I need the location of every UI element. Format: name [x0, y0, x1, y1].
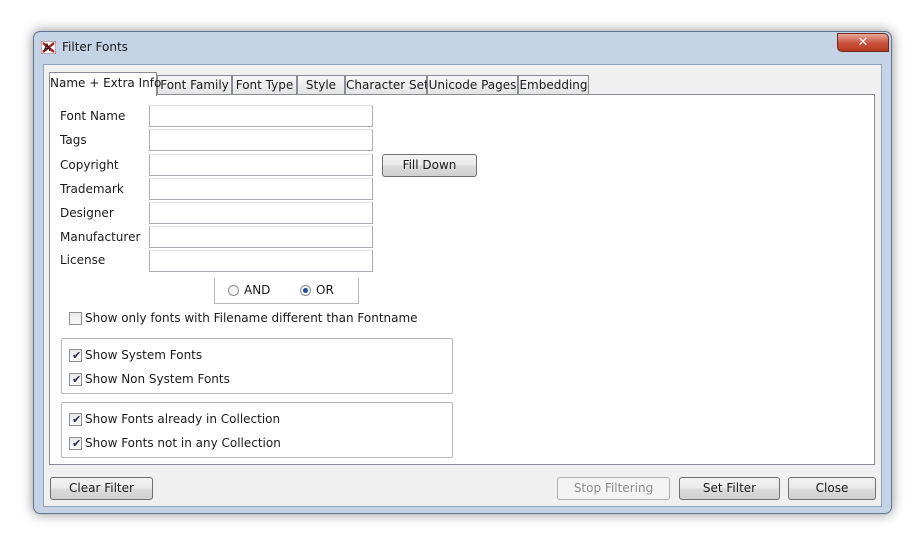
- clear-filter-button[interactable]: Clear Filter: [50, 477, 153, 500]
- set-filter-button[interactable]: Set Filter: [679, 477, 780, 500]
- font-name-field[interactable]: [149, 105, 373, 127]
- show-fonts-in-collection-label: Show Fonts already in Collection: [85, 412, 281, 426]
- checkmark-icon: ✔: [72, 437, 82, 450]
- show-non-system-fonts-checkbox-box: ✔: [69, 373, 82, 386]
- and-radio-label: AND: [244, 283, 271, 297]
- filename-different-checkbox-box: [69, 312, 82, 325]
- dialog-client-area: Name + Extra Info Font Family Font Type …: [43, 64, 882, 507]
- copyright-field[interactable]: [149, 154, 373, 176]
- close-window-button[interactable]: ✕: [837, 33, 889, 52]
- tab-font-type[interactable]: Font Type: [232, 75, 297, 94]
- tags-field[interactable]: [149, 129, 373, 151]
- checkmark-icon: ✔: [72, 349, 82, 362]
- name-extra-info-panel: Font Name Tags Copyright Trademark Desig…: [49, 94, 875, 465]
- tags-label: Tags: [60, 133, 87, 147]
- tab-character-set[interactable]: Character Set: [345, 75, 429, 94]
- trademark-label: Trademark: [60, 182, 124, 196]
- show-non-system-fonts-label: Show Non System Fonts: [85, 372, 230, 386]
- close-icon: ✕: [857, 35, 869, 50]
- show-fonts-in-collection-checkbox-box: ✔: [69, 413, 82, 426]
- or-radio-circle: [300, 285, 311, 296]
- designer-field[interactable]: [149, 202, 373, 224]
- tab-name-extra-info[interactable]: Name + Extra Info: [49, 72, 161, 96]
- font-name-label: Font Name: [60, 109, 126, 123]
- trademark-field[interactable]: [149, 178, 373, 200]
- show-system-fonts-label: Show System Fonts: [85, 348, 203, 362]
- window-title: Filter Fonts: [62, 40, 128, 54]
- tab-style[interactable]: Style: [297, 75, 345, 94]
- designer-label: Designer: [60, 206, 114, 220]
- show-system-fonts-checkbox-box: ✔: [69, 349, 82, 362]
- checkmark-icon: ✔: [72, 413, 82, 426]
- filename-different-checkbox-label: Show only fonts with Filename different …: [85, 311, 418, 325]
- license-field[interactable]: [149, 250, 373, 272]
- system-fonts-group: ✔ Show System Fonts ✔ Show Non System Fo…: [61, 338, 453, 394]
- tab-embedding[interactable]: Embedding: [518, 75, 589, 94]
- tab-font-family[interactable]: Font Family: [157, 75, 232, 94]
- close-button[interactable]: Close: [788, 477, 876, 500]
- or-radio-selected-dot: [303, 288, 308, 293]
- show-fonts-not-in-collection-checkbox-box: ✔: [69, 437, 82, 450]
- and-radio-circle: [228, 285, 239, 296]
- checkmark-icon: ✔: [72, 373, 82, 386]
- filter-fonts-window: Filter Fonts ✕ Name + Extra Info Font Fa…: [33, 31, 892, 514]
- show-fonts-not-in-collection-label: Show Fonts not in any Collection: [85, 436, 281, 450]
- license-label: License: [60, 253, 106, 267]
- stop-filtering-button[interactable]: Stop Filtering: [557, 477, 670, 500]
- or-radio-label: OR: [316, 283, 334, 297]
- manufacturer-label: Manufacturer: [60, 230, 141, 244]
- fill-down-button[interactable]: Fill Down: [382, 154, 477, 177]
- font-filter-icon: [41, 41, 56, 54]
- manufacturer-field[interactable]: [149, 226, 373, 248]
- and-or-radio-group: AND OR: [214, 278, 359, 304]
- tab-unicode-pages[interactable]: Unicode Pages: [427, 75, 518, 94]
- copyright-label: Copyright: [60, 158, 119, 172]
- title-bar[interactable]: Filter Fonts ✕: [34, 32, 891, 60]
- collection-fonts-group: ✔ Show Fonts already in Collection ✔ Sho…: [61, 402, 453, 458]
